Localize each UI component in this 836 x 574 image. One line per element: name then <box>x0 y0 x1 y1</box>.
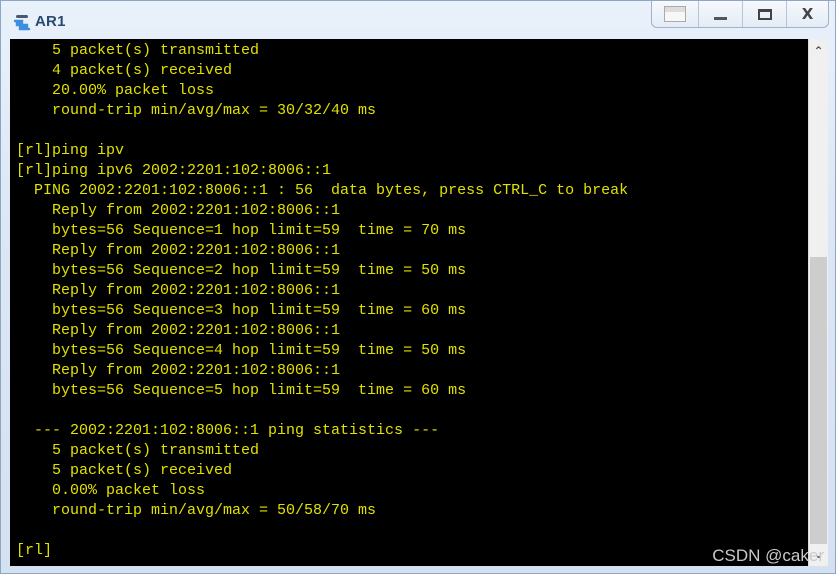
chevron-up-icon: ⌃ <box>813 44 824 58</box>
minimize-icon <box>714 16 727 20</box>
terminal-line: bytes=56 Sequence=5 hop limit=59 time = … <box>16 382 467 399</box>
terminal-line: 5 packet(s) received <box>16 462 233 479</box>
window-layout-icon <box>664 6 686 22</box>
terminal-line: Reply from 2002:2201:102:8006::1 <box>16 362 341 379</box>
watermark: CSDN @caker <box>712 546 824 565</box>
terminal-lines: 5 packet(s) transmitted 4 packet(s) rece… <box>16 41 628 561</box>
terminal-line: [rl]ping ipv <box>16 142 125 159</box>
terminal-line: Reply from 2002:2201:102:8006::1 <box>16 282 341 299</box>
vertical-scrollbar[interactable]: ⌃ ⌄ <box>808 39 828 566</box>
close-button[interactable]: X <box>786 1 828 27</box>
layout-button[interactable] <box>652 1 698 27</box>
terminal-line: round-trip min/avg/max = 30/32/40 ms <box>16 102 377 119</box>
terminal-line: bytes=56 Sequence=2 hop limit=59 time = … <box>16 262 467 279</box>
terminal-line: Reply from 2002:2201:102:8006::1 <box>16 322 341 339</box>
terminal-line: 20.00% packet loss <box>16 82 215 99</box>
terminal-line: bytes=56 Sequence=4 hop limit=59 time = … <box>16 342 467 359</box>
terminal-line: --- 2002:2201:102:8006::1 ping statistic… <box>16 422 440 439</box>
window-controls: X <box>651 1 829 28</box>
terminal-line: bytes=56 Sequence=1 hop limit=59 time = … <box>16 222 467 239</box>
terminal-line: PING 2002:2201:102:8006::1 : 56 data byt… <box>16 182 629 199</box>
scroll-thumb[interactable] <box>810 257 827 544</box>
title-bar[interactable]: AR1 X <box>1 1 835 39</box>
terminal-line: Reply from 2002:2201:102:8006::1 <box>16 242 341 259</box>
terminal-line: Reply from 2002:2201:102:8006::1 <box>16 202 341 219</box>
terminal-line: 4 packet(s) received <box>16 62 233 79</box>
scroll-up-button[interactable]: ⌃ <box>809 41 828 61</box>
window-title: AR1 <box>35 13 66 30</box>
terminal-line: [rl]ping ipv6 2002:2201:102:8006::1 <box>16 162 332 179</box>
maximize-icon <box>757 8 772 20</box>
close-icon: X <box>801 5 814 23</box>
terminal-line: [rl] <box>16 542 53 559</box>
terminal-line: 0.00% packet loss <box>16 482 206 499</box>
minimize-button[interactable] <box>698 1 742 27</box>
terminal-window: AR1 X 5 packet(s) transmitted 4 packet(s… <box>0 0 836 574</box>
terminal-output[interactable]: 5 packet(s) transmitted 4 packet(s) rece… <box>10 39 808 566</box>
terminal-line: round-trip min/avg/max = 50/58/70 ms <box>16 502 377 519</box>
maximize-button[interactable] <box>742 1 786 27</box>
terminal-line: bytes=56 Sequence=3 hop limit=59 time = … <box>16 302 467 319</box>
terminal-line: 5 packet(s) transmitted <box>16 442 260 459</box>
router-icon <box>13 14 31 32</box>
terminal-line: 5 packet(s) transmitted <box>16 42 260 59</box>
